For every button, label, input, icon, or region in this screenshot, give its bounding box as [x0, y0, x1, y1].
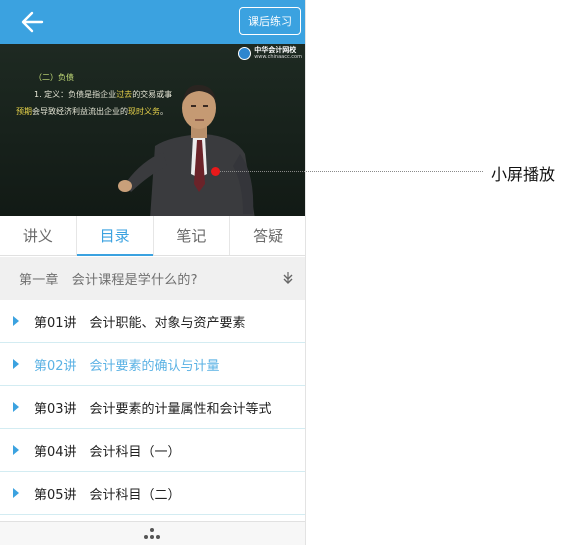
tab-notes[interactable]: 笔记	[154, 216, 231, 255]
top-bar: 课后练习	[0, 0, 305, 44]
tab-handout[interactable]: 讲义	[0, 216, 77, 255]
blackboard-l3-highlight-1: 预期	[16, 107, 32, 116]
lesson-item[interactable]: 第01讲 会计职能、对象与资产要素	[0, 300, 305, 343]
lesson-item-active[interactable]: 第02讲 会计要素的确认与计量	[0, 343, 305, 386]
lesson-title: 第02讲 会计要素的确认与计量	[34, 358, 220, 374]
screenshot-canvas: 课后练习 中华会计网校 www.chinaacc.com （二）负债 1. 定义…	[0, 0, 565, 545]
play-triangle-icon	[13, 402, 19, 412]
play-triangle-icon	[13, 488, 19, 498]
lesson-item[interactable]: 第03讲 会计要素的计量属性和会计等式	[0, 386, 305, 429]
lesson-title: 第04讲 会计科目（一）	[34, 444, 181, 460]
callout-label: 小屏播放	[491, 165, 556, 184]
logo-icon	[238, 47, 252, 60]
logo-name: 中华会计网校	[254, 46, 297, 54]
play-triangle-icon	[13, 445, 19, 455]
exercise-button[interactable]: 课后练习	[239, 7, 301, 35]
video-player[interactable]: 中华会计网校 www.chinaacc.com （二）负债 1. 定义：负债是指…	[0, 44, 305, 216]
tab-qa[interactable]: 答疑	[230, 216, 305, 255]
lesson-item[interactable]: 第05讲 会计科目（二）	[0, 472, 305, 515]
chapter-title: 第一章 会计课程是学什么的?	[19, 273, 198, 288]
content-tabs: 讲义 目录 笔记 答疑	[0, 216, 305, 256]
bottom-bar	[0, 521, 305, 545]
logo: 中华会计网校 www.chinaacc.com	[238, 47, 302, 60]
phone-screen: 课后练习 中华会计网校 www.chinaacc.com （二）负债 1. 定义…	[0, 0, 306, 545]
lesson-title: 第01讲 会计职能、对象与资产要素	[34, 315, 246, 331]
callout-marker	[211, 167, 220, 176]
lecturer-figure	[118, 84, 255, 216]
arrow-left-icon[interactable]	[20, 9, 46, 35]
chapter-header[interactable]: 第一章 会计课程是学什么的?	[0, 257, 305, 300]
collapse-arrow-icon[interactable]	[281, 271, 295, 285]
lesson-list: 第01讲 会计职能、对象与资产要素 第02讲 会计要素的确认与计量 第03讲 会…	[0, 300, 305, 515]
lesson-title: 第05讲 会计科目（二）	[34, 487, 181, 503]
more-dots-icon[interactable]	[141, 526, 163, 542]
tab-catalog[interactable]: 目录	[76, 216, 154, 256]
blackboard-heading: （二）负债	[34, 73, 74, 82]
lesson-item[interactable]: 第04讲 会计科目（一）	[0, 429, 305, 472]
lesson-title: 第03讲 会计要素的计量属性和会计等式	[34, 401, 272, 417]
callout-leader-line	[220, 171, 483, 172]
logo-url: www.chinaacc.com	[254, 54, 302, 60]
play-triangle-icon	[13, 316, 19, 326]
play-triangle-icon	[13, 359, 19, 369]
